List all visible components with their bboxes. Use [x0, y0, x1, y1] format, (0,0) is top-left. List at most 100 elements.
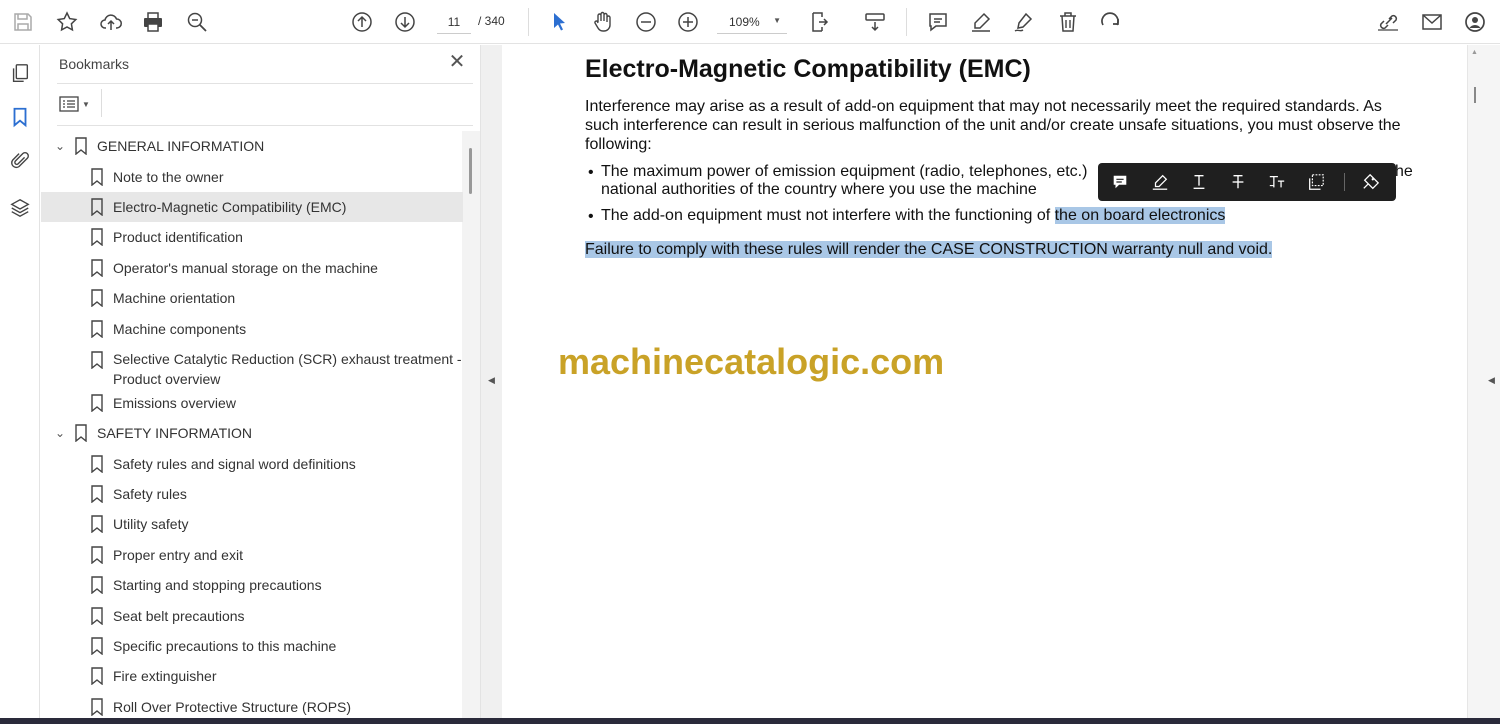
- bookmark-label: Operator's manual storage on the machine: [113, 259, 378, 276]
- bookmark-label: Utility safety: [113, 516, 189, 533]
- bookmarks-panel: Bookmarks ✕ ▼ ⌄ GENERAL INFORMATION Note t…: [41, 45, 480, 718]
- bookmark-icon: [91, 576, 103, 595]
- divider: [57, 83, 473, 84]
- redact-tag-icon[interactable]: [1359, 170, 1383, 194]
- bookmark-item[interactable]: Emissions overview: [41, 388, 463, 418]
- bullet-dot: •: [588, 208, 594, 225]
- email-icon[interactable]: [1417, 7, 1447, 37]
- annotation-toolbar: [1098, 163, 1396, 201]
- bookmark-section[interactable]: ⌄ GENERAL INFORMATION: [41, 131, 463, 161]
- scroll-up-icon[interactable]: ▲: [1471, 49, 1478, 56]
- bookmark-list: ⌄ GENERAL INFORMATION Note to the owner Ele…: [41, 131, 463, 722]
- selected-text[interactable]: the on board electronics: [1054, 207, 1226, 224]
- chevron-down-icon[interactable]: ⌄: [53, 426, 67, 440]
- bookmarks-scrollbar[interactable]: [462, 131, 480, 718]
- bookmark-item[interactable]: Seat belt precautions: [41, 600, 463, 630]
- zoom-search-icon[interactable]: [182, 7, 212, 37]
- bookmark-item[interactable]: Fire extinguisher: [41, 661, 463, 691]
- chevron-down-icon: ▼: [773, 16, 781, 25]
- expand-right-panel-icon[interactable]: ◀: [1488, 375, 1495, 386]
- copy-icon[interactable]: [1304, 170, 1328, 194]
- account-icon[interactable]: [1460, 7, 1490, 37]
- underline-text-icon[interactable]: [1187, 170, 1211, 194]
- highlight-icon[interactable]: [966, 7, 996, 37]
- bookmarks-scroll-thumb[interactable]: [469, 148, 472, 194]
- page-down-icon[interactable]: [390, 7, 420, 37]
- print-icon[interactable]: [138, 7, 168, 37]
- page-thumbnails-icon[interactable]: [6, 59, 34, 87]
- zoom-value: 109%: [729, 14, 760, 29]
- side-rail: [0, 45, 40, 718]
- bookmark-item[interactable]: Starting and stopping precautions: [41, 570, 463, 600]
- toolbar-divider: [1344, 173, 1345, 191]
- layers-icon[interactable]: [6, 194, 34, 222]
- page-up-icon[interactable]: [347, 7, 377, 37]
- bookmark-item[interactable]: Specific precautions to this machine: [41, 631, 463, 661]
- bookmark-panel-icon[interactable]: [6, 103, 34, 131]
- bookmark-label: Safety rules: [113, 486, 187, 503]
- replace-text-icon[interactable]: [1265, 170, 1289, 194]
- zoom-out-icon[interactable]: [631, 7, 661, 37]
- rotate-icon[interactable]: [1095, 7, 1125, 37]
- zoom-in-icon[interactable]: [673, 7, 703, 37]
- selected-text[interactable]: Failure to comply with these rules will …: [585, 241, 1273, 258]
- collapse-panel-icon[interactable]: ◀: [488, 375, 495, 386]
- bookmark-icon: [91, 606, 103, 625]
- close-icon[interactable]: ✕: [445, 51, 469, 75]
- hand-icon[interactable]: [587, 7, 617, 37]
- bookmark-item[interactable]: Selective Catalytic Reduction (SCR) exha…: [41, 344, 463, 388]
- bookmark-label: Specific precautions to this machine: [113, 638, 337, 655]
- scroll-mode-icon[interactable]: [860, 7, 890, 37]
- panel-splitter[interactable]: ◀: [480, 45, 502, 718]
- bookmark-item[interactable]: Electro-Magnetic Compatibility (EMC): [41, 191, 463, 223]
- bookmark-icon: [91, 546, 103, 564]
- bookmark-icon: [91, 259, 103, 277]
- bookmark-label: Product identification: [113, 229, 243, 246]
- bookmark-label: Proper entry and exit: [113, 546, 243, 563]
- zoom-dropdown[interactable]: 109% ▼: [717, 10, 787, 34]
- page-number-input[interactable]: [437, 10, 471, 34]
- attachment-icon[interactable]: [6, 147, 34, 175]
- bookmark-item[interactable]: Machine components: [41, 313, 463, 343]
- bookmark-label: Seat belt precautions: [113, 607, 245, 624]
- bookmark-icon: [91, 637, 103, 656]
- bookmark-item[interactable]: Operator's manual storage on the machine: [41, 253, 463, 283]
- share-link-icon[interactable]: [1373, 7, 1403, 37]
- bookmark-item[interactable]: Machine orientation: [41, 283, 463, 313]
- bookmark-item[interactable]: Product identification: [41, 222, 463, 252]
- bookmark-icon: [91, 485, 103, 504]
- bookmark-item[interactable]: Utility safety: [41, 509, 463, 539]
- star-icon[interactable]: [52, 7, 82, 37]
- bookmark-item[interactable]: Note to the owner: [41, 161, 463, 191]
- sign-icon[interactable]: [1009, 7, 1039, 37]
- bookmark-label: Fire extinguisher: [113, 668, 217, 685]
- main-toolbar: / 340 109% ▼: [0, 0, 1500, 44]
- bookmark-label: Safety rules and signal word definitions: [113, 455, 356, 472]
- comment-icon[interactable]: [923, 7, 953, 37]
- bookmark-options-button[interactable]: ▼: [59, 93, 95, 115]
- document-scrollbar[interactable]: ▲: [1467, 45, 1483, 718]
- bookmark-label: SAFETY INFORMATION: [97, 425, 253, 442]
- fit-page-icon[interactable]: [805, 7, 835, 37]
- bookmark-section[interactable]: ⌄ SAFETY INFORMATION: [41, 418, 463, 448]
- strikethrough-text-icon[interactable]: [1226, 170, 1250, 194]
- bookmark-item[interactable]: Safety rules and signal word definitions: [41, 449, 463, 479]
- bookmark-label: Starting and stopping precautions: [113, 577, 322, 594]
- bullet-1-tail: he: [1395, 163, 1413, 180]
- highlight-text-icon[interactable]: [1148, 170, 1172, 194]
- document-scroll-thumb[interactable]: [1474, 87, 1476, 103]
- bookmark-label: Selective Catalytic Reduction (SCR) exha…: [113, 350, 462, 387]
- select-cursor-icon[interactable]: [544, 7, 574, 37]
- add-comment-icon[interactable]: [1108, 170, 1132, 194]
- bookmark-item[interactable]: Proper entry and exit: [41, 540, 463, 570]
- chevron-down-icon[interactable]: ⌄: [53, 139, 67, 153]
- bookmark-item[interactable]: Safety rules: [41, 479, 463, 509]
- bookmark-icon: [91, 198, 103, 216]
- save-icon[interactable]: [8, 7, 38, 37]
- cloud-upload-icon[interactable]: [96, 7, 126, 37]
- bookmark-icon: [91, 351, 103, 369]
- bookmark-label: Note to the owner: [113, 168, 224, 185]
- delete-icon[interactable]: [1053, 7, 1083, 37]
- page-heading: Electro-Magnetic Compatibility (EMC): [585, 55, 1031, 83]
- failure-paragraph: Failure to comply with these rules will …: [585, 240, 1273, 259]
